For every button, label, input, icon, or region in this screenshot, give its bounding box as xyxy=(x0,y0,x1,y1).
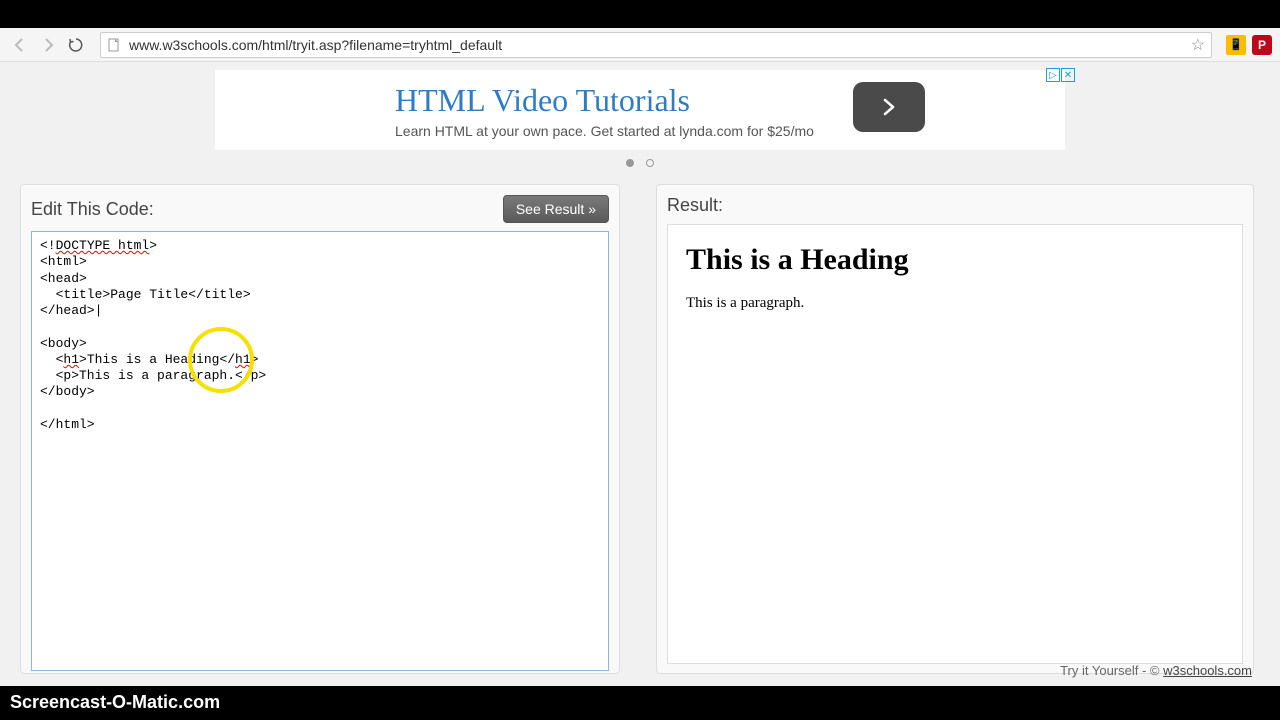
page-icon xyxy=(107,37,123,53)
ad-carousel-dots xyxy=(0,154,1280,172)
adchoices-icon[interactable]: ▷ xyxy=(1046,68,1060,82)
address-bar[interactable]: www.w3schools.com/html/tryit.asp?filenam… xyxy=(100,32,1212,58)
result-heading: This is a Heading xyxy=(686,243,1224,277)
page-content: HTML Video Tutorials Learn HTML at your … xyxy=(0,62,1280,686)
ad-subtitle: Learn HTML at your own pace. Get started… xyxy=(395,123,814,139)
ad-close-icon[interactable]: ✕ xyxy=(1061,68,1075,82)
editor-header: Edit This Code: See Result » xyxy=(31,195,609,223)
carousel-dot-2[interactable] xyxy=(646,159,654,167)
editor-title: Edit This Code: xyxy=(31,199,154,220)
editor-panel: Edit This Code: See Result » <!DOCTYPE h… xyxy=(20,184,620,674)
url-text: www.w3schools.com/html/tryit.asp?filenam… xyxy=(129,37,1187,53)
reload-button[interactable] xyxy=(64,33,88,57)
back-button[interactable] xyxy=(8,33,32,57)
video-letterbox-top xyxy=(0,0,1280,28)
see-result-button[interactable]: See Result » xyxy=(503,195,609,223)
ad-next-arrow-icon[interactable] xyxy=(853,82,925,132)
ad-title: HTML Video Tutorials xyxy=(395,82,814,119)
footer-attribution: Try it Yourself - © w3schools.com xyxy=(1060,663,1252,678)
tryit-panels: Edit This Code: See Result » <!DOCTYPE h… xyxy=(0,172,1280,674)
code-textarea[interactable]: <!DOCTYPE html> <html> <head> <title>Pag… xyxy=(31,231,609,671)
pinterest-icon[interactable]: P xyxy=(1252,35,1272,55)
extension-icon[interactable]: 📱 xyxy=(1226,35,1246,55)
browser-toolbar: www.w3schools.com/html/tryit.asp?filenam… xyxy=(0,28,1280,62)
forward-button[interactable] xyxy=(36,33,60,57)
watermark-text: Screencast-O-Matic.com xyxy=(10,692,220,712)
ad-controls: ▷ ✕ xyxy=(1045,68,1075,82)
carousel-dot-1[interactable] xyxy=(626,159,634,167)
result-panel: Result: This is a Heading This is a para… xyxy=(656,184,1254,674)
watermark-bar: Screencast-O-Matic.com xyxy=(0,686,1280,720)
result-paragraph: This is a paragraph. xyxy=(686,295,1224,312)
bookmark-star-icon[interactable]: ☆ xyxy=(1191,35,1205,55)
footer-link[interactable]: w3schools.com xyxy=(1163,663,1252,678)
result-title: Result: xyxy=(667,195,723,216)
result-header: Result: xyxy=(667,195,1243,216)
ad-banner[interactable]: HTML Video Tutorials Learn HTML at your … xyxy=(215,70,1065,150)
ad-text-block: HTML Video Tutorials Learn HTML at your … xyxy=(395,82,814,139)
result-iframe: This is a Heading This is a paragraph. xyxy=(667,224,1243,664)
